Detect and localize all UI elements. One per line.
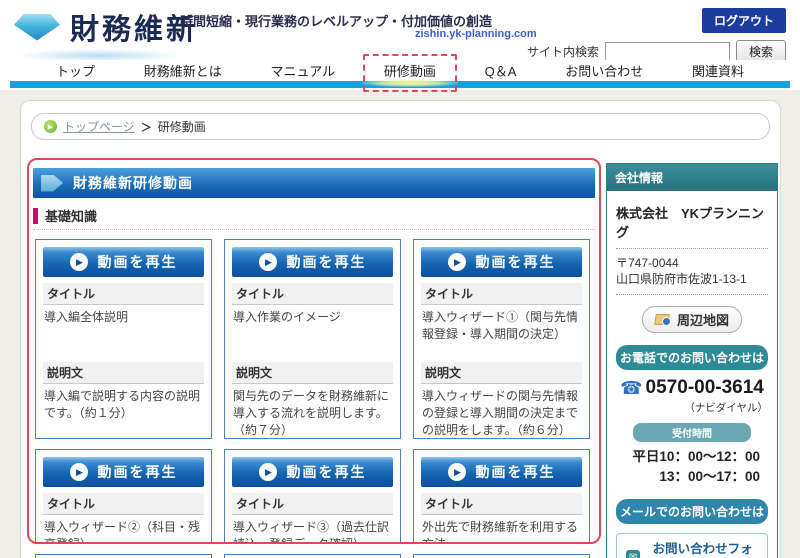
nav-item-about[interactable]: 財務維新とは bbox=[136, 60, 230, 81]
video-card: ▶ 動画を再生 タイトル 導入ウィザード①（関与先情報登録・導入期間の決定） 説… bbox=[413, 239, 590, 439]
hours-label: 受付時間 bbox=[632, 423, 752, 442]
hours-line-2: 13：00～17：00 bbox=[659, 469, 760, 484]
section-header: 財務維新研修動画 bbox=[33, 168, 595, 198]
video-card: ▶ 動画を再生 タイトル 導入ウィザード②（科目・残高登録） bbox=[35, 449, 212, 544]
card-desc: 関与先のデータを財務維新に導入する流れを説明します。（約７分） bbox=[233, 389, 390, 437]
navbar: トップ 財務維新とは マニュアル 研修動画 Q＆A お問い合わせ 関連資料 bbox=[0, 54, 800, 92]
play-button-label: 動画を再生 bbox=[475, 254, 556, 270]
breadcrumb-home-link[interactable]: トップページ bbox=[63, 118, 135, 135]
video-card: ▶ 動画を再生 タイトル 導入ウィザード③（過去仕訳読込・登録データ確認） bbox=[224, 449, 401, 544]
nav-item-related-docs[interactable]: 関連資料 bbox=[684, 60, 752, 81]
search-label: サイト内検索 bbox=[526, 45, 599, 59]
area-map-button[interactable]: 周辺地図 bbox=[641, 306, 742, 333]
breadcrumb-current: 研修動画 bbox=[157, 120, 206, 134]
card-title: 導入ウィザード③（過去仕訳読込・登録データ確認） bbox=[233, 520, 390, 544]
company-address: 〒747-0044 山口県防府市佐波1-13-1 bbox=[616, 249, 768, 295]
play-button-label: 動画を再生 bbox=[286, 254, 367, 270]
nav-item-top[interactable]: トップ bbox=[48, 60, 103, 81]
nav-item-manual[interactable]: マニュアル bbox=[263, 60, 344, 81]
business-hours: 平日10：00～12：00 13：00～17：00 bbox=[616, 447, 768, 487]
play-video-button[interactable]: ▶ 動画を再生 bbox=[421, 247, 582, 277]
nav-item-contact[interactable]: お問い合わせ bbox=[557, 60, 651, 81]
card-desc-label: 説明文 bbox=[43, 362, 204, 384]
video-card-stub bbox=[413, 554, 590, 558]
phone-contact-header: お電話でのお問い合わせは bbox=[616, 345, 768, 370]
sidebar-header: 会社情報 bbox=[607, 164, 777, 191]
search-input[interactable] bbox=[604, 42, 730, 61]
play-video-button[interactable]: ▶ 動画を再生 bbox=[43, 247, 204, 277]
logout-button[interactable]: ログアウト bbox=[701, 8, 786, 33]
play-button-label: 動画を再生 bbox=[286, 464, 367, 480]
play-icon: ▶ bbox=[69, 253, 88, 271]
card-desc: 導入ウィザードの関与先情報の登録と導入期間の決定までの説明をします。（約６分） bbox=[422, 389, 579, 437]
arrow-right-icon bbox=[41, 174, 63, 192]
mail-contact-header: メールでのお問い合わせは bbox=[616, 499, 768, 524]
video-card: ▶ 動画を再生 タイトル 導入編全体説明 説明文 導入編で説明する内容の説明です… bbox=[35, 239, 212, 439]
video-cards-grid: ▶ 動画を再生 タイトル 導入編全体説明 説明文 導入編で説明する内容の説明です… bbox=[35, 239, 591, 558]
phone-note: （ナビダイヤル） bbox=[684, 402, 768, 414]
mail-icon: ✉ bbox=[626, 549, 641, 558]
logo-text: 財務維新 bbox=[70, 14, 199, 46]
nav-item-label: 研修動画 bbox=[383, 64, 436, 79]
map-button-label: 周辺地図 bbox=[676, 313, 729, 328]
play-video-button[interactable]: ▶ 動画を再生 bbox=[232, 457, 393, 487]
card-desc-label: 説明文 bbox=[232, 362, 393, 384]
card-title-label: タイトル bbox=[421, 283, 582, 305]
phone-number: 0570-00-3614 bbox=[645, 377, 764, 398]
play-video-button[interactable]: ▶ 動画を再生 bbox=[232, 247, 393, 277]
hours-line-1: 平日10：00～12：00 bbox=[632, 449, 760, 464]
nav-active-glow bbox=[361, 79, 458, 87]
video-card-stub bbox=[35, 554, 212, 558]
video-card: ▶ 動画を再生 タイトル 外出先で財務維新を利用する方法 bbox=[413, 449, 590, 544]
category-label: 基礎知識 bbox=[45, 209, 98, 224]
category-heading: 基礎知識 bbox=[33, 206, 97, 225]
logo-gem-icon bbox=[14, 13, 60, 41]
card-title-label: タイトル bbox=[232, 283, 393, 305]
nav-item-qa[interactable]: Q＆A bbox=[477, 60, 525, 81]
video-card-stub bbox=[224, 554, 401, 558]
play-video-button[interactable]: ▶ 動画を再生 bbox=[43, 457, 204, 487]
card-desc-label: 説明文 bbox=[421, 362, 582, 384]
card-title-label: タイトル bbox=[43, 283, 204, 305]
card-title: 外出先で財務維新を利用する方法 bbox=[422, 520, 579, 544]
breadcrumb-bullet-icon: ▶ bbox=[44, 120, 57, 133]
address-line: 山口県防府市佐波1-13-1 bbox=[616, 272, 747, 286]
card-title: 導入作業のイメージ bbox=[233, 310, 341, 324]
category-accent-bar bbox=[33, 207, 38, 224]
phone-icon: ☎ bbox=[620, 377, 643, 398]
video-card: ▶ 動画を再生 タイトル 導入作業のイメージ 説明文 関与先のデータを財務維新に… bbox=[224, 239, 401, 439]
play-icon: ▶ bbox=[258, 253, 277, 271]
breadcrumb: ▶ トップページ ＞ 研修動画 bbox=[31, 113, 770, 140]
play-button-label: 動画を再生 bbox=[475, 464, 556, 480]
site-url: zishin.yk-planning.com bbox=[415, 28, 537, 40]
company-info-sidebar: 会社情報 株式会社 YKプランニング 〒747-0044 山口県防府市佐波1-1… bbox=[606, 163, 778, 558]
card-title-label: タイトル bbox=[43, 493, 204, 515]
play-icon: ▶ bbox=[447, 463, 466, 481]
play-icon: ▶ bbox=[258, 463, 277, 481]
card-title: 導入編全体説明 bbox=[44, 310, 129, 324]
card-title-label: タイトル bbox=[421, 493, 582, 515]
logo[interactable]: 財務維新 bbox=[14, 6, 198, 62]
phone-row: ☎ 0570-00-3614 bbox=[616, 377, 768, 399]
play-button-label: 動画を再生 bbox=[97, 464, 178, 480]
card-title: 導入ウィザード①（関与先情報登録・導入期間の決定） bbox=[422, 310, 579, 341]
card-title: 導入ウィザード②（科目・残高登録） bbox=[44, 520, 201, 544]
page-title: 財務維新研修動画 bbox=[73, 175, 193, 191]
breadcrumb-separator: ＞ bbox=[140, 121, 152, 134]
play-icon: ▶ bbox=[447, 253, 466, 271]
play-button-label: 動画を再生 bbox=[97, 254, 178, 270]
play-icon: ▶ bbox=[69, 463, 88, 481]
category-divider bbox=[33, 229, 595, 230]
page: 財務維新 時間短縮・現行業務のレベルアップ・付加価値の創造 zishin.yk-… bbox=[0, 0, 800, 558]
card-title-label: タイトル bbox=[232, 493, 393, 515]
card-desc: 導入編で説明する内容の説明です。（約１分） bbox=[44, 389, 201, 420]
company-name: 株式会社 YKプランニング bbox=[616, 199, 768, 249]
map-icon bbox=[654, 313, 671, 326]
play-video-button[interactable]: ▶ 動画を再生 bbox=[421, 457, 582, 487]
contact-form-label: お問い合わせフォーム bbox=[652, 542, 753, 556]
nav-item-training-videos[interactable]: 研修動画 bbox=[361, 54, 458, 92]
postal-code: 〒747-0044 bbox=[616, 256, 679, 270]
contact-form-button[interactable]: ✉ お問い合わせフォーム bbox=[616, 533, 768, 558]
